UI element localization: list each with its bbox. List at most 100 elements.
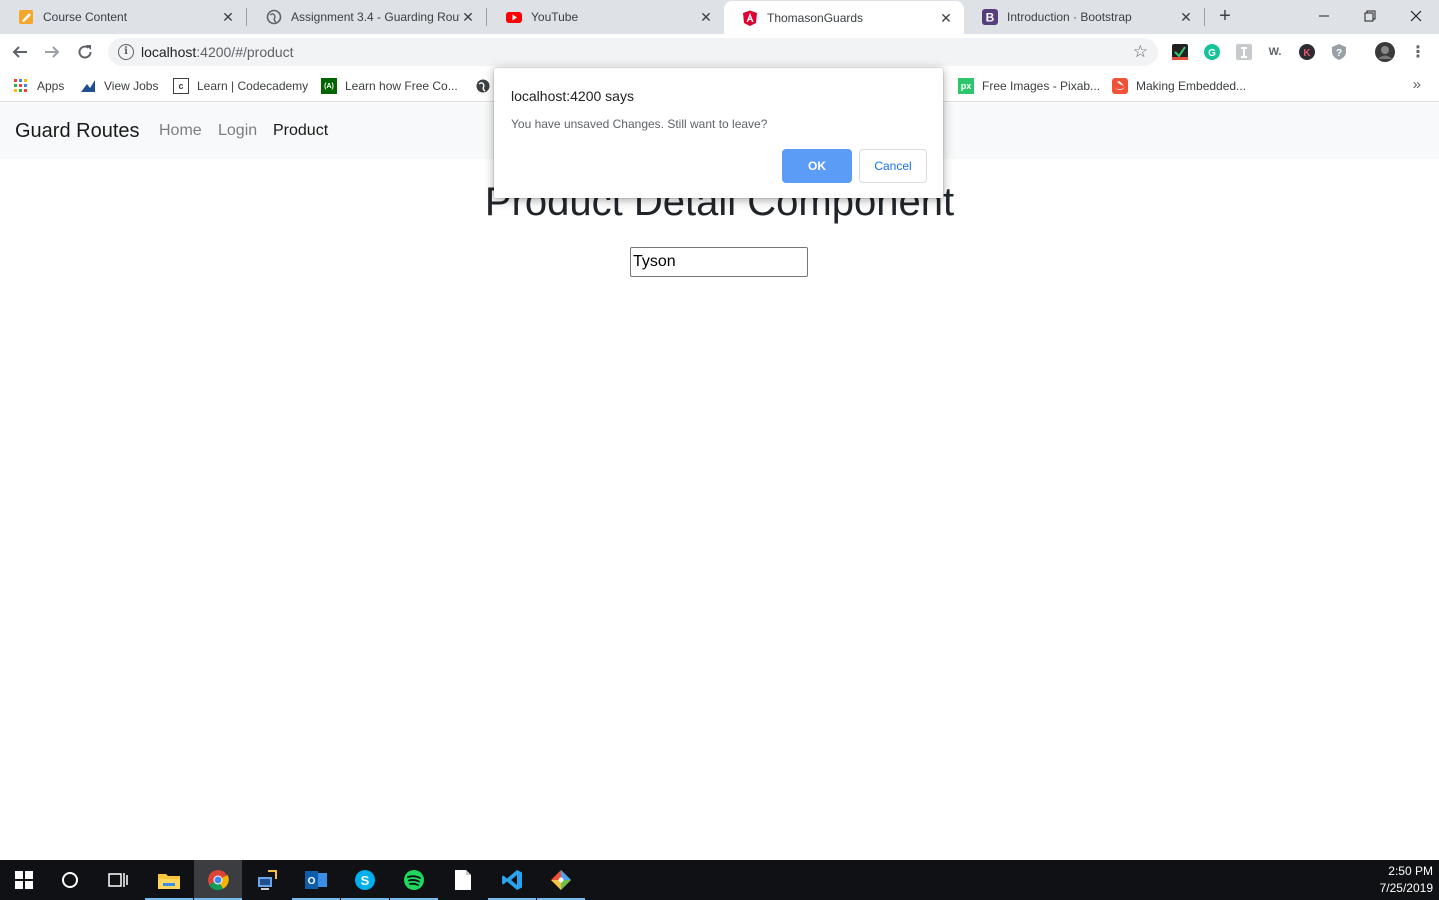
bootstrap-icon: B: [982, 9, 998, 25]
spotify-icon: [404, 870, 424, 890]
tab-divider: [246, 8, 247, 26]
folder-icon: [158, 874, 180, 889]
start-button[interactable]: [0, 860, 48, 900]
more-bookmarks-icon[interactable]: »: [1413, 76, 1421, 93]
taskbar-file-explorer[interactable]: [145, 860, 193, 900]
bookmark-star-icon[interactable]: ☆: [1133, 42, 1148, 62]
product-name-input[interactable]: [630, 247, 808, 277]
close-tab-icon[interactable]: ✕: [938, 10, 954, 26]
reload-button[interactable]: [73, 40, 97, 64]
wordtune-icon[interactable]: W.: [1266, 43, 1284, 61]
taskbar-spotify[interactable]: [390, 860, 438, 900]
confirm-dialog: localhost:4200 says You have unsaved Cha…: [494, 68, 943, 198]
back-arrow-icon: [12, 46, 27, 58]
close-tab-icon[interactable]: ✕: [460, 9, 476, 25]
tab-title: YouTube: [531, 10, 579, 24]
url-path: :4200/#/product: [196, 44, 294, 60]
windows-logo-icon: [15, 871, 33, 889]
tab-title: ThomasonGuards: [767, 10, 864, 25]
search-button[interactable]: [46, 860, 94, 900]
dialog-message: You have unsaved Changes. Still want to …: [511, 117, 768, 131]
bookmark-label: Apps: [37, 79, 65, 93]
taskbar-outlook[interactable]: O: [292, 860, 340, 900]
nav-link-login[interactable]: Login: [218, 122, 257, 140]
minimize-icon: [1319, 15, 1329, 17]
svg-text:K: K: [1303, 48, 1311, 59]
bookmark-codecademy[interactable]: c Learn | Codecademy: [173, 76, 308, 96]
shield-extension-icon[interactable]: ?: [1330, 43, 1348, 61]
tab-thomasonguards[interactable]: ThomasonGuards ✕: [724, 1, 964, 34]
course-content-favicon: [18, 9, 34, 25]
site-info-icon[interactable]: i: [118, 44, 134, 60]
taskbar-git-app[interactable]: [537, 860, 585, 900]
bookmark-label: Learn how Free Co...: [345, 79, 458, 93]
cancel-button[interactable]: Cancel: [859, 149, 927, 183]
bookmark-making-embedded[interactable]: Making Embedded...: [1112, 76, 1246, 96]
browser-toolbar: i localhost:4200/#/product ☆ G W. K ? ⋮: [0, 34, 1439, 70]
nav-link-home[interactable]: Home: [159, 122, 202, 140]
tab-bootstrap[interactable]: B Introduction · Bootstrap ✕: [964, 0, 1204, 34]
taskbar-notepad[interactable]: [439, 860, 487, 900]
clock-date: 7/25/2019: [1379, 881, 1433, 895]
taskbar-chrome[interactable]: [194, 860, 242, 900]
bookmark-pixabay[interactable]: px Free Images - Pixab...: [958, 76, 1100, 96]
taskbar-vscode[interactable]: [488, 860, 536, 900]
network-computer-icon: [258, 870, 277, 890]
task-view-button[interactable]: [94, 860, 142, 900]
windows-taskbar: O S 2:50 PM 7/25/2019: [0, 860, 1439, 900]
close-tab-icon[interactable]: ✕: [1178, 9, 1194, 25]
tab-youtube[interactable]: YouTube ✕: [488, 0, 724, 34]
bookmark-label: View Jobs: [104, 79, 159, 93]
bookmark-view-jobs[interactable]: View Jobs: [80, 76, 158, 96]
clock-time: 2:50 PM: [1388, 864, 1433, 878]
bookmark-freecodecamp[interactable]: (A) Learn how Free Co...: [321, 76, 458, 96]
close-tab-icon[interactable]: ✕: [220, 9, 236, 25]
ok-button[interactable]: OK: [782, 149, 852, 183]
globe-icon: [266, 9, 282, 25]
reload-icon: [78, 45, 92, 59]
close-icon: [1410, 10, 1422, 22]
checkmark-extension-icon[interactable]: [1171, 43, 1189, 61]
minimize-button[interactable]: [1301, 0, 1347, 32]
window-close-button[interactable]: [1393, 0, 1439, 32]
tab-assignment[interactable]: Assignment 3.4 - Guarding Route ✕: [248, 0, 486, 34]
taskbar-network-app[interactable]: [243, 860, 291, 900]
new-tab-button[interactable]: +: [1214, 5, 1236, 27]
tab-divider: [1204, 8, 1205, 26]
restore-button[interactable]: [1347, 0, 1393, 32]
puzzle-extension-icon[interactable]: [1235, 43, 1253, 61]
dialog-title: localhost:4200 says: [511, 88, 634, 104]
close-tab-icon[interactable]: ✕: [698, 9, 714, 25]
vscode-icon: [502, 870, 522, 890]
apps-grid-icon: [13, 78, 29, 94]
k-extension-icon[interactable]: K: [1298, 43, 1316, 61]
grammarly-icon[interactable]: G: [1203, 43, 1221, 61]
angular-icon: [742, 10, 758, 26]
skype-icon: S: [355, 870, 375, 890]
document-icon: [455, 870, 471, 890]
tab-course-content[interactable]: Course Content ✕: [0, 0, 246, 34]
kebab-menu-icon[interactable]: ⋮: [1409, 43, 1427, 61]
bookmark-label: Learn | Codecademy: [197, 79, 309, 93]
chrome-icon: [208, 870, 229, 891]
swift-icon: [1112, 78, 1128, 94]
task-view-icon: [108, 873, 128, 887]
bookmark-label: Free Images - Pixab...: [982, 79, 1101, 93]
pixabay-icon: px: [958, 78, 974, 94]
bookmark-apps[interactable]: Apps: [13, 76, 64, 96]
youtube-icon: [506, 9, 522, 25]
tab-strip: Course Content ✕ Assignment 3.4 - Guardi…: [0, 0, 1439, 34]
restore-icon: [1364, 10, 1376, 22]
back-button[interactable]: [8, 40, 32, 64]
forward-arrow-icon: [45, 46, 60, 58]
taskbar-skype[interactable]: S: [341, 860, 389, 900]
tab-title: Assignment 3.4 - Guarding Route: [291, 10, 460, 24]
svg-text:G: G: [1208, 48, 1216, 59]
navbar-brand[interactable]: Guard Routes: [15, 120, 140, 143]
url-host: localhost: [141, 44, 197, 60]
forward-button[interactable]: [40, 40, 64, 64]
address-bar[interactable]: i localhost:4200/#/product ☆: [108, 38, 1158, 66]
nav-link-product[interactable]: Product: [273, 122, 328, 140]
system-clock[interactable]: 2:50 PM 7/25/2019: [1380, 863, 1433, 897]
profile-avatar[interactable]: [1375, 42, 1395, 62]
